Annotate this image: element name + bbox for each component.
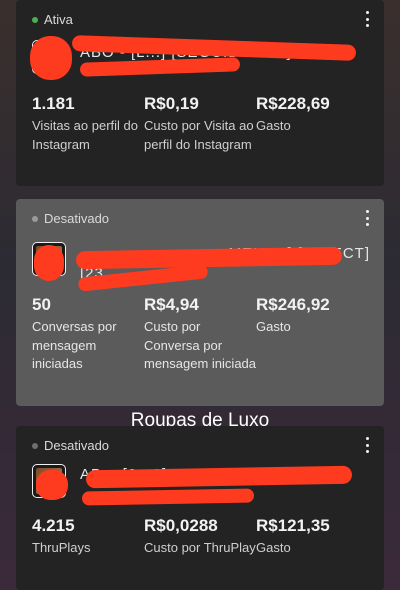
metric-value: 1.181 xyxy=(32,94,75,113)
metric-label: Visitas ao perfil do Instagram xyxy=(32,118,138,152)
redaction-mark xyxy=(34,245,64,281)
metric-label: Custo por Visita ao perfil do Instagram xyxy=(144,118,254,152)
metric-value: 50 xyxy=(32,295,51,314)
more-vertical-icon[interactable] xyxy=(362,209,372,227)
status-indicator: Ativa xyxy=(32,12,73,27)
redaction-mark xyxy=(75,246,343,270)
metrics-row: 4.215 ThruPlays R$0,0288 Custo por ThruP… xyxy=(32,516,368,558)
metric-value: 4.215 xyxy=(32,516,75,535)
more-vertical-icon[interactable] xyxy=(362,436,372,454)
redaction-mark xyxy=(81,488,255,506)
status-indicator: Desativado xyxy=(32,211,109,226)
metric-value: R$0,0288 xyxy=(144,516,218,535)
metric-value: R$121,35 xyxy=(256,516,330,535)
metric-value: R$246,92 xyxy=(256,295,330,314)
metric-label: ThruPlays xyxy=(32,540,91,555)
status-dot-icon xyxy=(32,215,38,222)
metric-results: 4.215 ThruPlays xyxy=(32,516,144,558)
status-label: Desativado xyxy=(44,211,110,226)
metric-label: Gasto xyxy=(256,540,291,555)
status-dot-icon xyxy=(32,16,38,23)
metric-cost: R$4,94 Custo por Conversa por mensagem i… xyxy=(144,295,256,374)
metrics-row: 1.181 Visitas ao perfil do Instagram R$0… xyxy=(32,94,368,154)
metric-label: Custo por ThruPlay xyxy=(144,540,256,555)
metric-spend: R$246,92 Gasto xyxy=(256,295,368,374)
metric-results: 50 Conversas por mensagem iniciadas xyxy=(32,295,144,374)
metric-value: R$4,94 xyxy=(144,295,199,314)
more-vertical-icon[interactable] xyxy=(362,10,372,28)
metric-spend: R$121,35 Gasto xyxy=(256,516,368,558)
metric-results: 1.181 Visitas ao perfil do Instagram xyxy=(32,94,144,154)
ad-card-3[interactable]: Desativado AB... [2...2] 4.215 ThruPlays… xyxy=(16,426,384,590)
metric-label: Conversas por mensagem iniciadas xyxy=(32,319,117,371)
metric-label: Gasto xyxy=(256,118,291,133)
redaction-mark xyxy=(30,36,72,80)
status-label: Ativa xyxy=(44,12,73,27)
ad-card-2[interactable]: Desativado ...MENTO] [DIRECT] [23 ... 50… xyxy=(16,199,384,406)
status-indicator: Desativado xyxy=(32,438,109,453)
metric-value: R$228,69 xyxy=(256,94,330,113)
ad-card-1[interactable]: Ativa ABO - [L...] [SEGUIDORES] 1.181 Vi… xyxy=(16,0,384,186)
metric-value: R$0,19 xyxy=(144,94,199,113)
metric-label: Custo por Conversa por mensagem iniciada xyxy=(144,319,257,371)
status-dot-icon xyxy=(32,442,38,449)
metric-cost: R$0,0288 Custo por ThruPlay xyxy=(144,516,256,558)
redaction-mark xyxy=(36,470,68,500)
metric-spend: R$228,69 Gasto xyxy=(256,94,368,154)
status-label: Desativado xyxy=(44,438,110,453)
metric-cost: R$0,19 Custo por Visita ao perfil do Ins… xyxy=(144,94,256,154)
redaction-mark xyxy=(85,465,353,489)
metric-label: Gasto xyxy=(256,319,291,334)
metrics-row: 50 Conversas por mensagem iniciadas R$4,… xyxy=(32,295,368,374)
